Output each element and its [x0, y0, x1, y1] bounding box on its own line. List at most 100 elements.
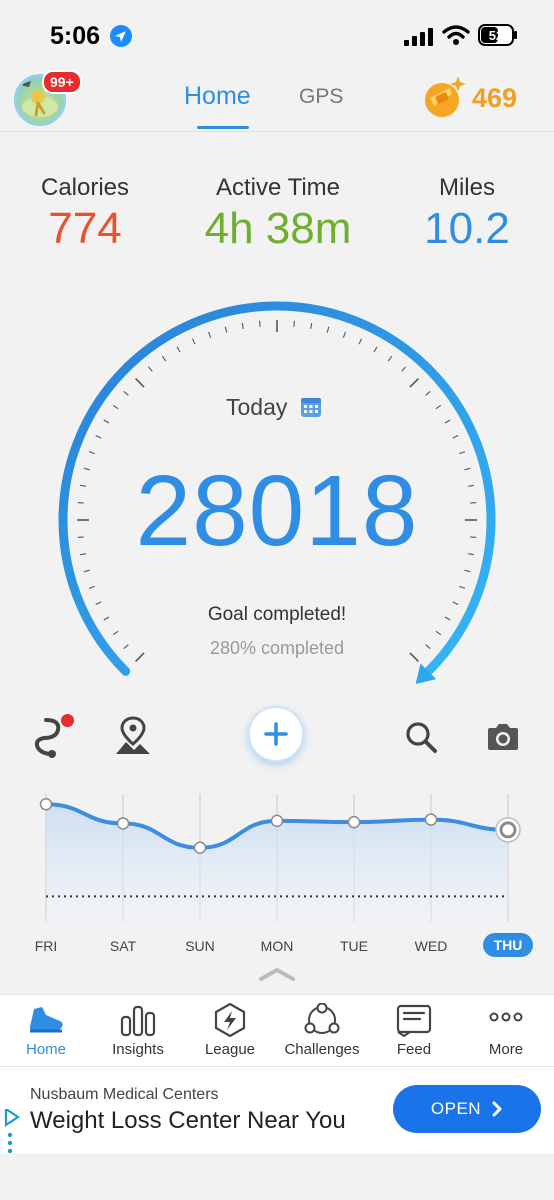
gauge-tick	[387, 355, 393, 362]
gauge-tick	[241, 322, 244, 330]
gauge-tick	[88, 585, 95, 589]
gauge-tick	[326, 326, 330, 333]
nav-item-more[interactable]: More	[460, 995, 552, 1067]
chevron-up-icon[interactable]	[258, 966, 296, 982]
ad-open-label: OPEN	[430, 1099, 482, 1118]
ad-headline[interactable]: Weight Loss Center Near You	[30, 1107, 346, 1135]
gauge-tick	[444, 419, 451, 424]
gauge-tick	[123, 391, 129, 396]
gauge-tick	[401, 366, 406, 372]
ad-open-button[interactable]: OPEN	[393, 1085, 541, 1133]
calendar-icon[interactable]	[299, 395, 323, 419]
gauge-tick	[191, 338, 196, 345]
gauge-tick	[293, 320, 295, 327]
chart-point[interactable]	[193, 841, 207, 855]
map-pin-icon[interactable]	[112, 716, 154, 756]
gauge-tick	[425, 391, 431, 396]
ad-banner[interactable]: Nusbaum Medical Centers Weight Loss Cent…	[0, 1066, 554, 1154]
chart-point[interactable]	[499, 821, 517, 839]
goal-percent: 280% completed	[209, 638, 345, 658]
coin-count: 469	[472, 83, 518, 113]
gauge-tick	[435, 404, 442, 410]
gauge-tick	[342, 331, 346, 338]
feed-card-icon	[396, 1004, 432, 1037]
stat-label: Active Time	[215, 174, 341, 201]
notification-badge: 99+	[42, 70, 82, 94]
search-icon[interactable]	[404, 720, 438, 754]
chart-point[interactable]	[270, 814, 284, 828]
battery-level: 52	[489, 28, 503, 43]
lightning-hexagon-icon	[214, 1003, 246, 1037]
gauge-tick	[83, 569, 90, 573]
day-label[interactable]: TUE	[324, 938, 384, 954]
nav-item-insights[interactable]: Insights	[92, 995, 184, 1067]
wifi-icon	[442, 25, 470, 45]
day-label[interactable]: THU	[483, 933, 533, 957]
more-dots-icon	[489, 1012, 523, 1022]
day-label[interactable]: SAT	[93, 938, 153, 954]
gauge-tick	[112, 404, 119, 410]
day-label[interactable]: FRI	[16, 938, 76, 954]
nav-label: Feed	[396, 1041, 432, 1058]
stat-active-time: Active Time 4h 38m	[190, 174, 366, 254]
stat-label: Calories	[40, 174, 130, 201]
period-label[interactable]: Today	[226, 394, 287, 421]
nav-label: Challenges	[284, 1041, 360, 1058]
stat-calories: Calories 774	[30, 174, 140, 254]
stat-value: 774	[48, 204, 122, 253]
bottom-nav: Home Insights League Challenges Feed Mor…	[0, 994, 554, 1066]
plus-icon	[264, 722, 288, 746]
gauge-tick	[358, 338, 363, 345]
status-bar: 5:06 52	[0, 0, 554, 70]
gauge-tick	[373, 346, 378, 353]
stat-label: Miles	[438, 174, 495, 201]
shoe-icon	[30, 1007, 63, 1033]
gauge-tick	[135, 378, 145, 388]
tab-home[interactable]: Home	[184, 82, 251, 111]
gauge-tick	[208, 331, 212, 338]
day-label[interactable]: SUN	[170, 938, 230, 954]
gauge-tick	[310, 322, 313, 330]
nav-label: Insights	[112, 1041, 164, 1058]
coin-bag-icon[interactable]	[420, 72, 468, 120]
nav-item-home[interactable]: Home	[0, 995, 92, 1067]
chevron-right-icon	[492, 1101, 502, 1117]
location-arrow-icon	[110, 25, 132, 47]
gauge-tick	[459, 585, 466, 589]
header: 99+ Home GPS 469	[0, 66, 554, 132]
gauge-tick	[95, 434, 102, 439]
nav-item-challenges[interactable]: Challenges	[276, 995, 368, 1067]
add-activity-button[interactable]	[248, 706, 304, 762]
chart-point[interactable]	[347, 815, 361, 829]
chart-point[interactable]	[116, 817, 130, 830]
stat-value: 10.2	[424, 204, 510, 253]
nav-label: Home	[25, 1041, 66, 1058]
home-indicator-area	[0, 1154, 554, 1200]
gauge-tick	[148, 366, 153, 372]
camera-icon[interactable]	[486, 722, 520, 752]
stat-miles: Miles 10.2	[408, 174, 526, 254]
day-label[interactable]: WED	[401, 938, 461, 954]
step-count: 28018	[135, 455, 419, 567]
day-label[interactable]: MON	[247, 938, 307, 954]
tab-gps[interactable]: GPS	[299, 85, 343, 109]
gauge-tick	[112, 630, 119, 636]
chart-point[interactable]	[39, 797, 53, 811]
status-time: 5:06	[50, 22, 101, 50]
signal-icon	[404, 28, 433, 46]
nav-item-league[interactable]: League	[184, 995, 276, 1067]
gauge-tick	[409, 378, 419, 388]
people-triangle-icon	[304, 1003, 340, 1034]
chart-point[interactable]	[424, 813, 438, 826]
header-divider	[0, 131, 554, 132]
gauge-tick	[452, 434, 459, 439]
stat-value: 4h 38m	[204, 204, 352, 253]
bar-chart-icon	[120, 1005, 156, 1037]
nav-item-feed[interactable]: Feed	[368, 995, 460, 1067]
gauge-tick	[464, 569, 471, 573]
nav-label: League	[204, 1041, 256, 1058]
gauge-tick	[103, 419, 110, 424]
ad-choices-icon[interactable]	[4, 1109, 20, 1159]
battery-icon: 52	[478, 24, 518, 46]
nav-label: More	[488, 1041, 524, 1058]
